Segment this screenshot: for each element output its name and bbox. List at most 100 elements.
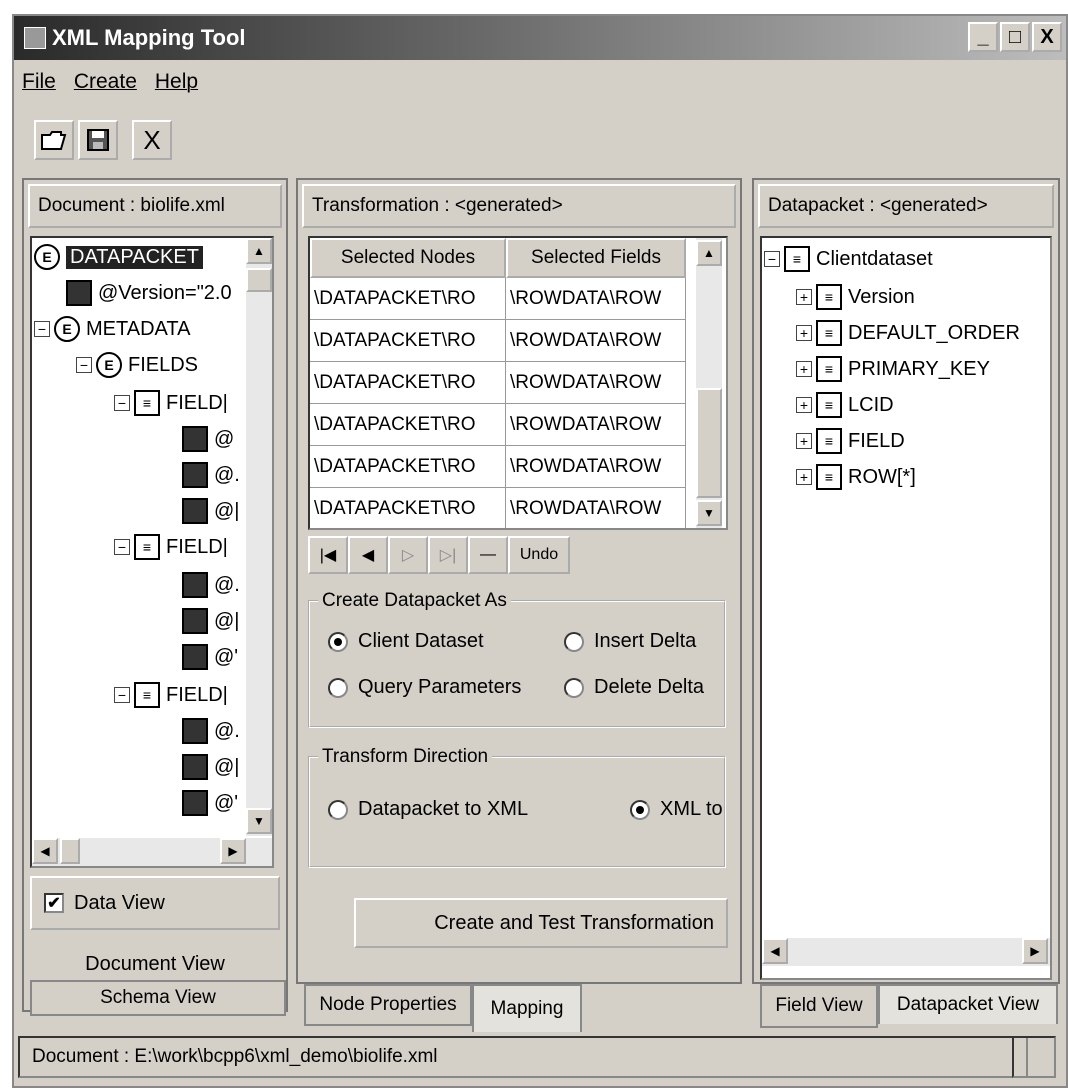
last-record-icon[interactable]: ▷| [428,536,468,574]
datapacket-tree-hscroll[interactable]: ◀ ▶ [762,938,1050,966]
table-cell-node[interactable]: \DATAPACKET\RO [310,362,506,404]
table-cell-field[interactable]: \ROWDATA\ROW [506,404,686,446]
scroll-thumb[interactable] [696,388,722,498]
expand-icon[interactable]: + [796,361,812,377]
tree-node-attr[interactable]: @| [182,750,240,784]
document-tree[interactable]: E DATAPACKET @Version="2.0 − E METADATA … [30,236,274,868]
collapse-icon[interactable]: − [114,687,130,703]
table-cell-node[interactable]: \DATAPACKET\RO [310,488,506,528]
menu-file[interactable]: File [22,70,56,94]
document-tree-hscroll[interactable]: ◀ ▶ [32,838,272,866]
close-button[interactable]: X [1032,22,1062,52]
menu-help[interactable]: Help [155,70,198,94]
scroll-thumb[interactable] [246,268,272,292]
mapping-grid[interactable]: Selected Nodes Selected Fields \DATAPACK… [308,236,728,530]
tab-datapacket-view[interactable]: Datapacket View [878,984,1058,1024]
data-view-checkbox[interactable]: ✔ Data View [30,876,280,930]
tab-schema-view[interactable]: Schema View [30,980,286,1016]
tab-field-view[interactable]: Field View [760,984,878,1028]
tree-node-attr[interactable]: @. [182,458,240,492]
minimize-button[interactable]: _ [968,22,998,52]
table-cell-node[interactable]: \DATAPACKET\RO [310,404,506,446]
table-cell-field[interactable]: \ROWDATA\ROW [506,320,686,362]
close-document-button[interactable]: X [132,120,172,160]
next-record-icon[interactable]: ▷ [388,536,428,574]
document-view-label[interactable]: Document View [30,936,280,980]
document-tree-vscroll[interactable]: ▲ ▼ [246,238,272,836]
tree-node-attr[interactable]: @. [182,568,240,602]
tree-node-field-2[interactable]: − ≡ FIELD| [114,530,228,564]
collapse-icon[interactable]: − [114,395,130,411]
radio-icon[interactable] [564,631,584,652]
scroll-up-icon[interactable]: ▲ [696,240,722,266]
collapse-icon[interactable]: − [114,539,130,555]
column-header-selected-fields[interactable]: Selected Fields [506,238,686,278]
scroll-right-icon[interactable]: ▶ [1022,938,1048,964]
tree-node-attr[interactable]: @| [182,494,240,528]
tree-node-default-order[interactable]: + ≡ DEFAULT_ORDER [796,316,1020,350]
radio-query-parameters[interactable]: Query Parameters [328,676,521,699]
expand-icon[interactable]: + [796,433,812,449]
checkbox-checked-icon[interactable]: ✔ [44,893,64,913]
tree-node-attr[interactable]: @ [182,422,234,456]
radio-icon[interactable] [328,677,348,698]
collapse-icon[interactable]: − [764,251,780,267]
radio-insert-delta[interactable]: Insert Delta [564,630,696,653]
scroll-right-icon[interactable]: ▶ [220,838,246,864]
menu-create[interactable]: Create [74,70,137,94]
create-and-test-button[interactable]: Create and Test Transformation [354,898,728,948]
tree-node-version[interactable]: + ≡ Version [796,280,915,314]
scroll-down-icon[interactable]: ▼ [696,500,722,526]
expand-icon[interactable]: + [796,397,812,413]
collapse-icon[interactable]: − [76,357,92,373]
table-cell-node[interactable]: \DATAPACKET\RO [310,278,506,320]
tree-node-version-attr[interactable]: @Version="2.0 [66,276,232,310]
tree-node-field-1[interactable]: − ≡ FIELD| [114,386,228,420]
tree-node-row[interactable]: + ≡ ROW[*] [796,460,916,494]
table-cell-field[interactable]: \ROWDATA\ROW [506,278,686,320]
tree-node-field-3[interactable]: − ≡ FIELD| [114,678,228,712]
radio-client-dataset[interactable]: Client Dataset [328,630,484,653]
tree-node-primary-key[interactable]: + ≡ PRIMARY_KEY [796,352,990,386]
tree-node-attr[interactable]: @. [182,714,240,748]
expand-icon[interactable]: + [796,469,812,485]
tree-node-fields[interactable]: − E FIELDS [76,348,198,382]
collapse-icon[interactable]: − [34,321,50,337]
radio-icon[interactable] [564,677,584,698]
radio-delete-delta[interactable]: Delete Delta [564,676,704,699]
tree-node-attr[interactable]: @| [182,604,240,638]
prev-record-icon[interactable]: ◀ [348,536,388,574]
radio-datapacket-to-xml[interactable]: Datapacket to XML [328,798,528,821]
tree-node-metadata[interactable]: − E METADATA [34,312,190,346]
tree-node-attr[interactable]: @' [182,640,238,674]
maximize-button[interactable]: □ [1000,22,1030,52]
tab-mapping[interactable]: Mapping [472,984,582,1032]
tree-node-attr[interactable]: @' [182,786,238,820]
radio-selected-icon[interactable] [630,799,650,820]
tree-node-datapacket[interactable]: E DATAPACKET [34,240,203,274]
table-cell-node[interactable]: \DATAPACKET\RO [310,446,506,488]
table-cell-field[interactable]: \ROWDATA\ROW [506,446,686,488]
grid-vscroll[interactable]: ▲ ▼ [696,238,722,528]
radio-selected-icon[interactable] [328,631,348,652]
tree-node-lcid[interactable]: + ≡ LCID [796,388,894,422]
tab-node-properties[interactable]: Node Properties [304,984,472,1026]
expand-icon[interactable]: + [796,325,812,341]
open-button[interactable] [34,120,74,160]
delete-record-icon[interactable]: — [468,536,508,574]
scroll-down-icon[interactable]: ▼ [246,808,272,834]
column-header-selected-nodes[interactable]: Selected Nodes [310,238,506,278]
undo-button[interactable]: Undo [508,536,570,574]
radio-icon[interactable] [328,799,348,820]
datapacket-tree[interactable]: − ≡ Clientdataset + ≡ Version + ≡ DEFAULT_OR… [760,236,1052,980]
table-cell-node[interactable]: \DATAPACKET\RO [310,320,506,362]
table-cell-field[interactable]: \ROWDATA\ROW [506,488,686,528]
hscroll-thumb[interactable] [60,838,80,864]
save-button[interactable] [78,120,118,160]
table-cell-field[interactable]: \ROWDATA\ROW [506,362,686,404]
scroll-left-icon[interactable]: ◀ [32,838,58,864]
scroll-up-icon[interactable]: ▲ [246,238,272,264]
tree-node-clientdataset[interactable]: − ≡ Clientdataset [764,242,933,276]
tree-node-field[interactable]: + ≡ FIELD [796,424,905,458]
first-record-icon[interactable]: |◀ [308,536,348,574]
